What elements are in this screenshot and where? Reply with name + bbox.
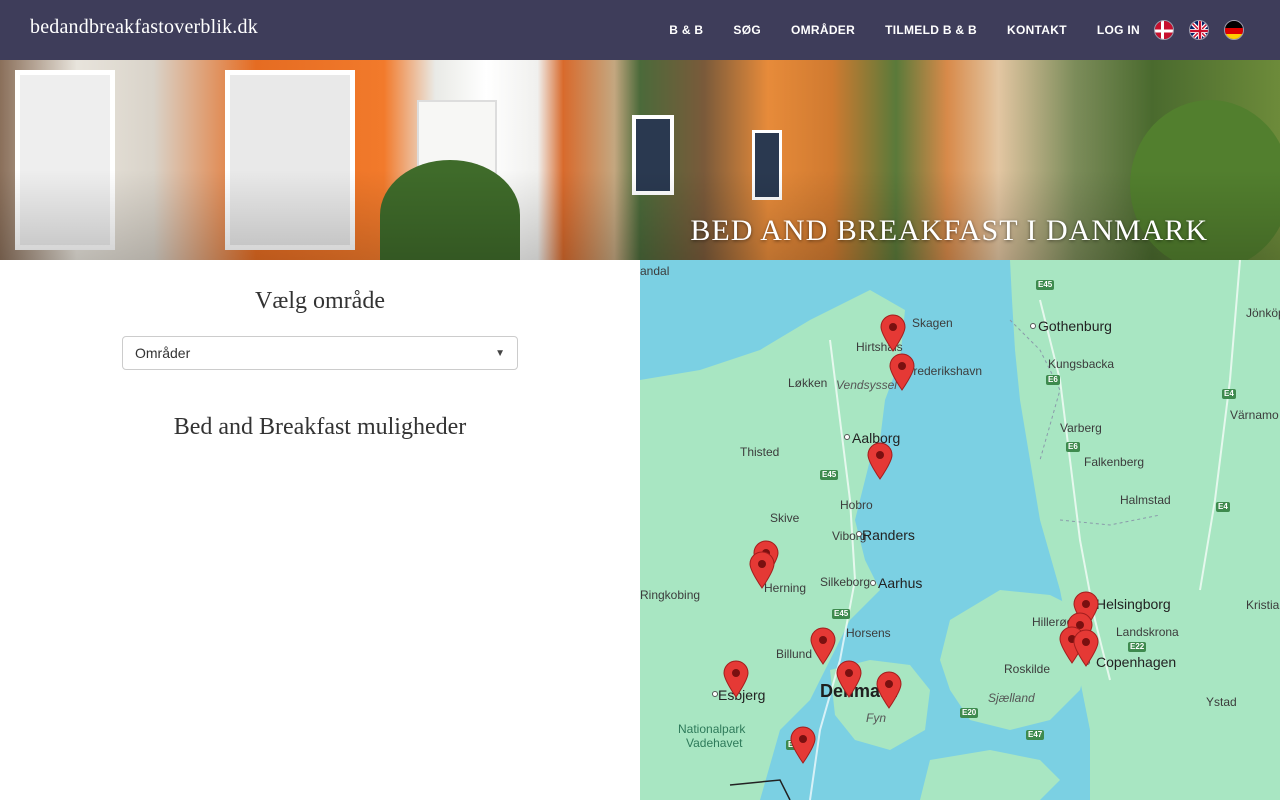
choose-area-heading: Vælg område <box>255 288 385 314</box>
hero-title: BED AND BREAKFAST I DANMARK <box>690 214 1208 247</box>
road-shield: E4 <box>1216 502 1230 512</box>
map-label: Aarhus <box>878 575 923 591</box>
map-label: Silkeborg <box>820 575 871 589</box>
road-shield: E20 <box>960 708 979 718</box>
map-label: Varberg <box>1060 421 1102 435</box>
road-shield: E45 <box>832 609 851 619</box>
top-navbar: bedandbreakfastoverblik.dk B & B SØG OMR… <box>0 0 1280 60</box>
nav-link-contact[interactable]: KONTAKT <box>1007 23 1067 37</box>
map-label: Randers <box>862 527 915 543</box>
map-label: Ringkobing <box>640 588 701 602</box>
road-shield: E45 <box>820 470 839 480</box>
map-label: Ystad <box>1206 695 1237 709</box>
map-label: Billund <box>776 647 813 661</box>
uk-flag-icon[interactable] <box>1189 20 1209 40</box>
hero-banner: BED AND BREAKFAST I DANMARK <box>0 60 1280 260</box>
map-marker-icon[interactable] <box>889 353 915 391</box>
area-select[interactable]: Områder ▼ <box>122 336 518 370</box>
nav-link-register-bb[interactable]: TILMELD B & B <box>885 23 977 37</box>
city-dot <box>856 531 862 537</box>
map-label: Landskrona <box>1116 625 1179 639</box>
road-shield: E6 <box>1066 442 1080 452</box>
road-shield: E47 <box>1026 730 1045 740</box>
map-label: Thisted <box>740 445 780 459</box>
road-shield: E45 <box>1036 280 1055 290</box>
map-label: Kungsbacka <box>1048 357 1115 371</box>
bb-options-heading: Bed and Breakfast muligheder <box>173 414 467 440</box>
nav-link-login[interactable]: LOG IN <box>1097 23 1140 37</box>
map-marker-icon[interactable] <box>880 314 906 352</box>
danish-flag-icon[interactable] <box>1154 20 1174 40</box>
city-dot <box>712 691 718 697</box>
map-marker-icon[interactable] <box>810 627 836 665</box>
map-marker-icon[interactable] <box>723 660 749 698</box>
map-label: Skive <box>770 511 800 525</box>
map-label: Falkenberg <box>1084 455 1145 469</box>
german-flag-icon[interactable] <box>1224 20 1244 40</box>
map-view[interactable]: andal Skagen Hirtshals Frederikshavn Løk… <box>640 260 1280 800</box>
map-label: Nationalpark <box>678 722 746 736</box>
map-marker-icon[interactable] <box>836 660 862 698</box>
map-label: Fyn <box>866 711 887 725</box>
nav-link-search[interactable]: SØG <box>733 23 761 37</box>
map-label: Helsingborg <box>1096 596 1171 612</box>
city-dot <box>1030 323 1036 329</box>
map-label: Horsens <box>846 626 891 640</box>
map-label: Vendsyssel <box>836 378 897 392</box>
map-marker-icon[interactable] <box>1073 629 1099 667</box>
map-label: Skagen <box>912 316 953 330</box>
city-dot <box>844 434 850 440</box>
map-label: Kristian <box>1246 598 1280 612</box>
road-shield: E4 <box>1222 389 1236 399</box>
main-nav: B & B SØG OMRÅDER TILMELD B & B KONTAKT … <box>639 0 1140 60</box>
map-label: Vadehavet <box>686 736 743 750</box>
map-label: Gothenburg <box>1038 318 1112 334</box>
map-label: Roskilde <box>1004 662 1051 676</box>
road-shield: E6 <box>1046 375 1060 385</box>
map-label: Halmstad <box>1120 493 1171 507</box>
map-label: Copenhagen <box>1096 654 1177 670</box>
site-brand-link[interactable]: bedandbreakfastoverblik.dk <box>30 16 258 39</box>
city-dot <box>870 580 876 586</box>
map-marker-icon[interactable] <box>876 671 902 709</box>
road-shield: E22 <box>1128 642 1147 652</box>
map-label: andal <box>640 264 670 278</box>
map-label: Värnamo <box>1230 408 1279 422</box>
nav-link-areas[interactable]: OMRÅDER <box>791 23 855 37</box>
map-label: Løkken <box>788 376 828 390</box>
map-marker-icon[interactable] <box>867 442 893 480</box>
area-filter-panel: Vælg område Områder ▼ Bed and Breakfast … <box>0 260 640 800</box>
map-marker-icon[interactable] <box>790 726 816 764</box>
map-label: Hobro <box>840 498 873 512</box>
map-land-shapes <box>640 260 1280 800</box>
chevron-down-icon: ▼ <box>495 347 505 359</box>
map-label: Jönköp <box>1246 306 1280 320</box>
map-label: Frederikshavn <box>906 364 983 378</box>
map-label: Sjælland <box>988 691 1035 705</box>
nav-link-bb[interactable]: B & B <box>669 23 703 37</box>
language-switcher <box>1139 20 1244 40</box>
area-select-value: Områder <box>135 345 191 361</box>
map-marker-icon[interactable] <box>749 551 775 589</box>
